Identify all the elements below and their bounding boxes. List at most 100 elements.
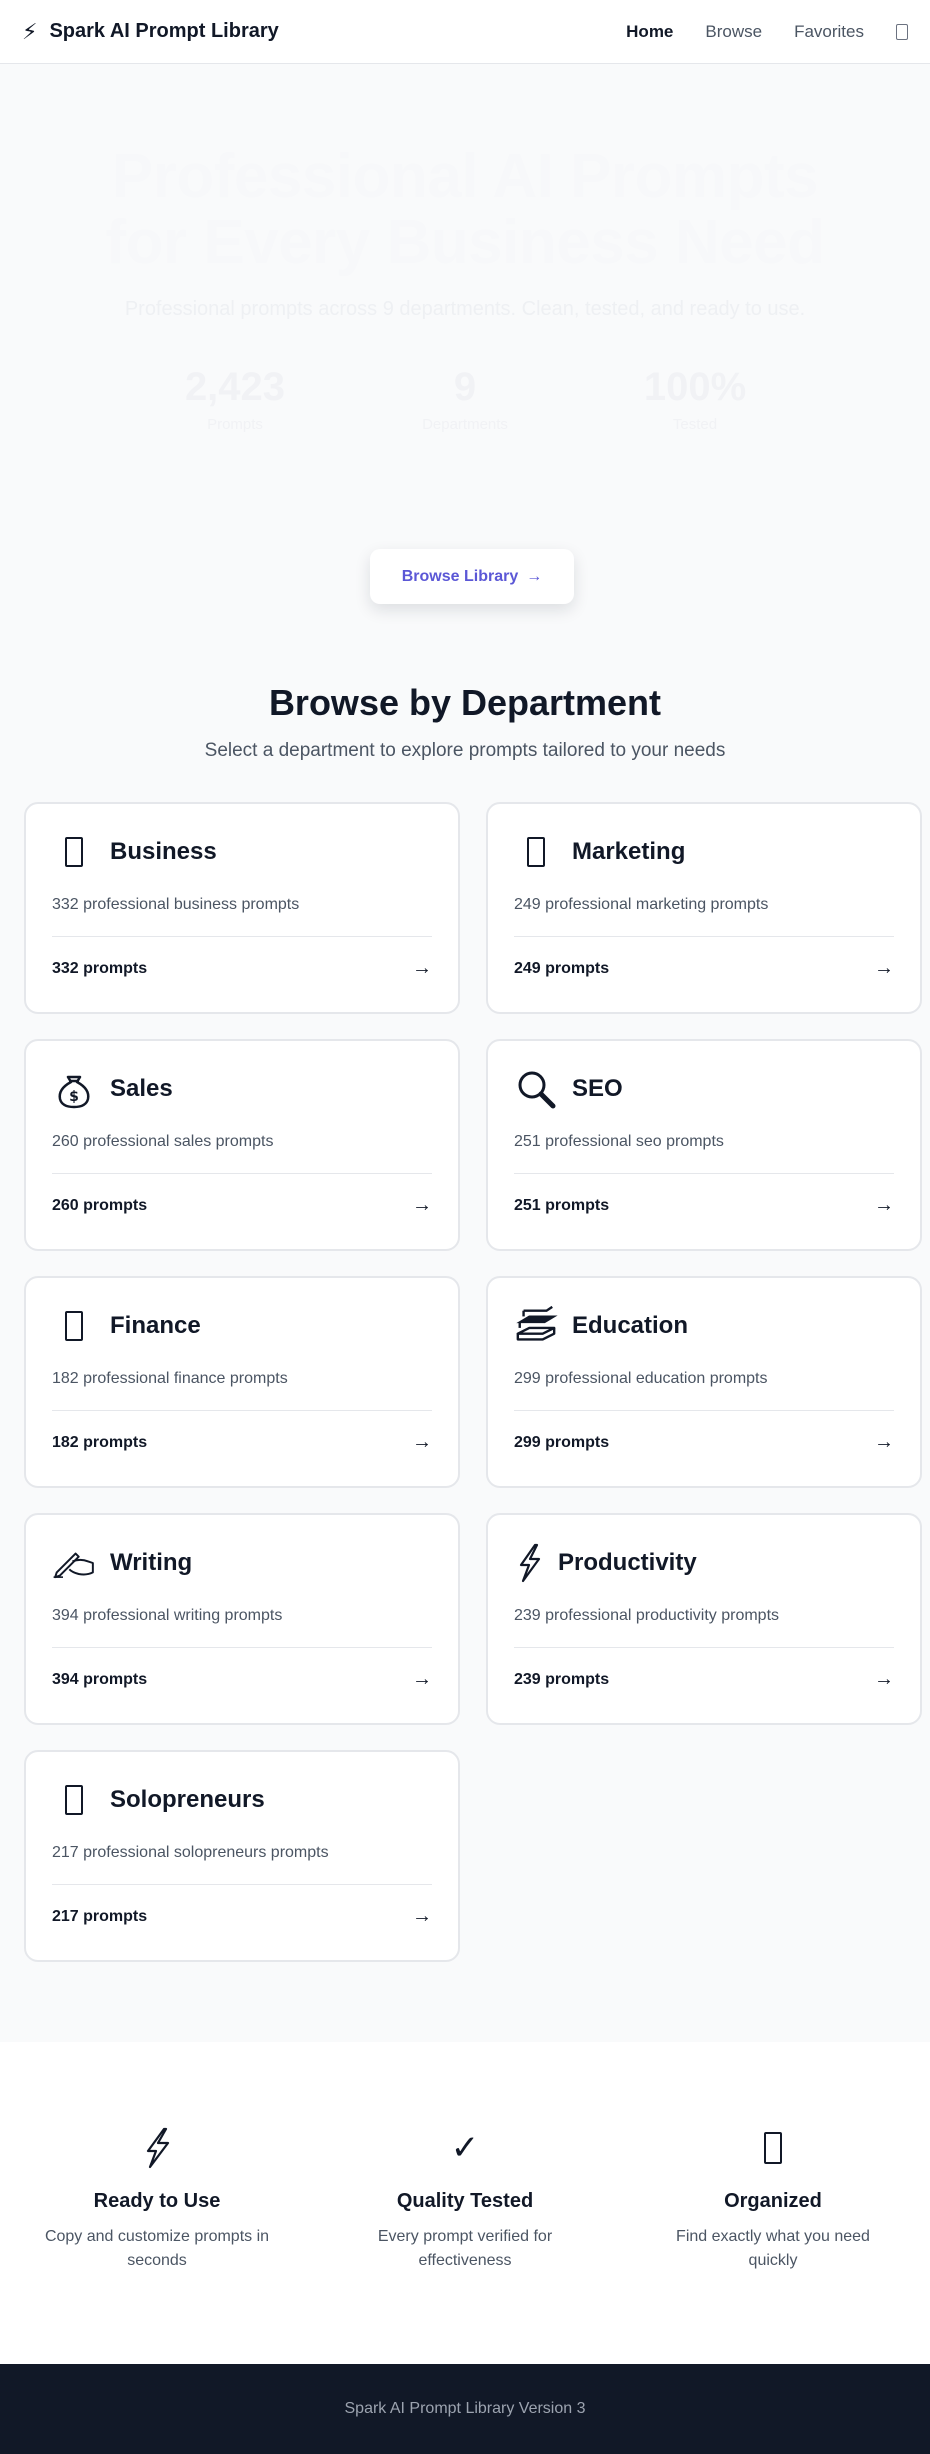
card-count: 217 prompts [52, 1907, 148, 1925]
stat-value: 2,423 [184, 365, 286, 409]
divider [514, 1410, 894, 1411]
browse-library-button[interactable]: Browse Library → [370, 549, 574, 604]
arrow-right-icon: → [412, 1668, 432, 1690]
footer-text: Spark AI Prompt Library Version 3 [344, 2400, 586, 2417]
folder-icon [619, 2126, 927, 2170]
divider [52, 1410, 432, 1411]
card-count: 182 prompts [52, 1433, 148, 1451]
browse-library-label: Browse Library [401, 567, 519, 585]
megaphone-icon [514, 830, 558, 874]
departments-title: Browse by Department [268, 682, 662, 723]
feature-organized: Organized Find exactly what you need qui… [619, 2126, 927, 2364]
card-description: 239 professional productivity prompts [514, 1607, 780, 1624]
divider [514, 936, 894, 937]
divider [514, 1173, 894, 1174]
feature-text: Every prompt verified for effectiveness [377, 2228, 553, 2269]
stat-value: 9 [453, 365, 477, 409]
card-title: Education [572, 1312, 689, 1339]
money-bag-icon: $ [52, 1067, 96, 1111]
arrow-right-icon: → [412, 957, 432, 979]
card-title: SEO [572, 1075, 623, 1102]
card-description: 182 professional finance prompts [52, 1370, 288, 1387]
feature-text: Find exactly what you need quickly [676, 2228, 870, 2269]
hero-title: Professional AI Prompts for Every Busine… [0, 144, 930, 276]
card-title: Writing [110, 1549, 193, 1576]
hero-title-line-1: Professional AI Prompts [111, 142, 819, 211]
footer: Spark AI Prompt Library Version 3 [0, 2364, 930, 2454]
feature-title: Ready to Use [93, 2190, 221, 2212]
card-title: Finance [110, 1312, 201, 1339]
nav-favorites-link[interactable]: Favorites [794, 22, 864, 42]
arrow-right-icon: → [874, 1194, 894, 1216]
card-count: 251 prompts [514, 1196, 610, 1214]
chart-icon [52, 1304, 96, 1348]
card-description: 249 professional marketing prompts [514, 896, 769, 913]
nav-browse-link[interactable]: Browse [705, 22, 762, 42]
card-title: Sales [110, 1075, 173, 1102]
theme-toggle-icon[interactable] [896, 23, 908, 40]
hero-subtitle: Professional prompts across 9 department… [124, 298, 806, 320]
rocket-icon [52, 1778, 96, 1822]
arrow-right-icon: → [526, 567, 543, 585]
card-description: 332 professional business prompts [52, 896, 300, 913]
card-count: 332 prompts [52, 959, 148, 977]
department-card-business[interactable]: Business 332 professional business promp… [24, 802, 460, 1014]
bolt-icon [3, 2126, 311, 2170]
check-icon: ✓ [450, 2129, 480, 2167]
svg-text:$: $ [69, 1089, 79, 1105]
arrow-right-icon: → [874, 957, 894, 979]
card-description: 251 professional seo prompts [514, 1133, 724, 1150]
departments-description: Select a department to explore prompts t… [204, 740, 726, 761]
card-count: 249 prompts [514, 959, 610, 977]
stat-tested: 100% Tested [580, 365, 810, 433]
stat-label: Prompts [207, 416, 263, 433]
bolt-icon: ⚡ [22, 18, 38, 44]
department-card-seo[interactable]: SEO 251 professional seo prompts 251 pro… [486, 1039, 922, 1251]
card-title: Business [110, 838, 217, 865]
feature-text: Copy and customize prompts in seconds [44, 2228, 270, 2269]
feature-title: Organized [724, 2190, 822, 2212]
hero-title-line-2: for Every Business Need [105, 208, 825, 277]
card-count: 394 prompts [52, 1670, 148, 1688]
department-card-solopreneurs[interactable]: Solopreneurs 217 professional solopreneu… [24, 1750, 460, 1962]
divider [514, 1647, 894, 1648]
department-card-writing[interactable]: Writing 394 professional writing prompts… [24, 1513, 460, 1725]
department-card-marketing[interactable]: Marketing 249 professional marketing pro… [486, 802, 922, 1014]
card-title: Solopreneurs [110, 1786, 265, 1813]
feature-quality-tested: ✓ Quality Tested Every prompt verified f… [311, 2126, 619, 2364]
department-card-education[interactable]: Education 299 professional education pro… [486, 1276, 922, 1488]
divider [52, 1173, 432, 1174]
nav-links: Home Browse Favorites [626, 22, 908, 42]
books-icon [514, 1304, 558, 1348]
stat-label: Departments [422, 416, 508, 433]
nav-home-link[interactable]: Home [626, 22, 673, 42]
arrow-right-icon: → [874, 1668, 894, 1690]
card-title: Productivity [558, 1549, 697, 1576]
card-description: 260 professional sales prompts [52, 1133, 274, 1150]
hero-stats: 2,423 Prompts 9 Departments 100% Tested [0, 365, 930, 433]
stat-prompts: 2,423 Prompts [120, 365, 350, 433]
card-description: 217 professional solopreneurs prompts [52, 1844, 329, 1861]
hero-section: Professional AI Prompts for Every Busine… [0, 64, 930, 632]
arrow-right-icon: → [412, 1431, 432, 1453]
bolt-icon [514, 1541, 544, 1585]
brand-name: Spark AI Prompt Library [49, 20, 279, 42]
arrow-right-icon: → [874, 1431, 894, 1453]
magnifier-icon [514, 1067, 558, 1111]
feature-title: Quality Tested [396, 2190, 534, 2212]
arrow-right-icon: → [412, 1194, 432, 1216]
department-card-finance[interactable]: Finance 182 professional finance prompts… [24, 1276, 460, 1488]
department-card-productivity[interactable]: Productivity 239 professional productivi… [486, 1513, 922, 1725]
card-count: 299 prompts [514, 1433, 610, 1451]
card-description: 394 professional writing prompts [52, 1607, 283, 1624]
stat-departments: 9 Departments [350, 365, 580, 433]
card-description: 299 professional education prompts [514, 1370, 768, 1387]
feature-ready-to-use: Ready to Use Copy and customize prompts … [3, 2126, 311, 2364]
writing-hand-icon [52, 1541, 96, 1585]
department-card-sales[interactable]: $ Sales 260 professional sales prompts 2… [24, 1039, 460, 1251]
card-title: Marketing [572, 838, 686, 865]
stat-label: Tested [672, 416, 718, 433]
divider [52, 936, 432, 937]
card-count: 239 prompts [514, 1670, 610, 1688]
brand[interactable]: ⚡ Spark AI Prompt Library [22, 20, 279, 43]
